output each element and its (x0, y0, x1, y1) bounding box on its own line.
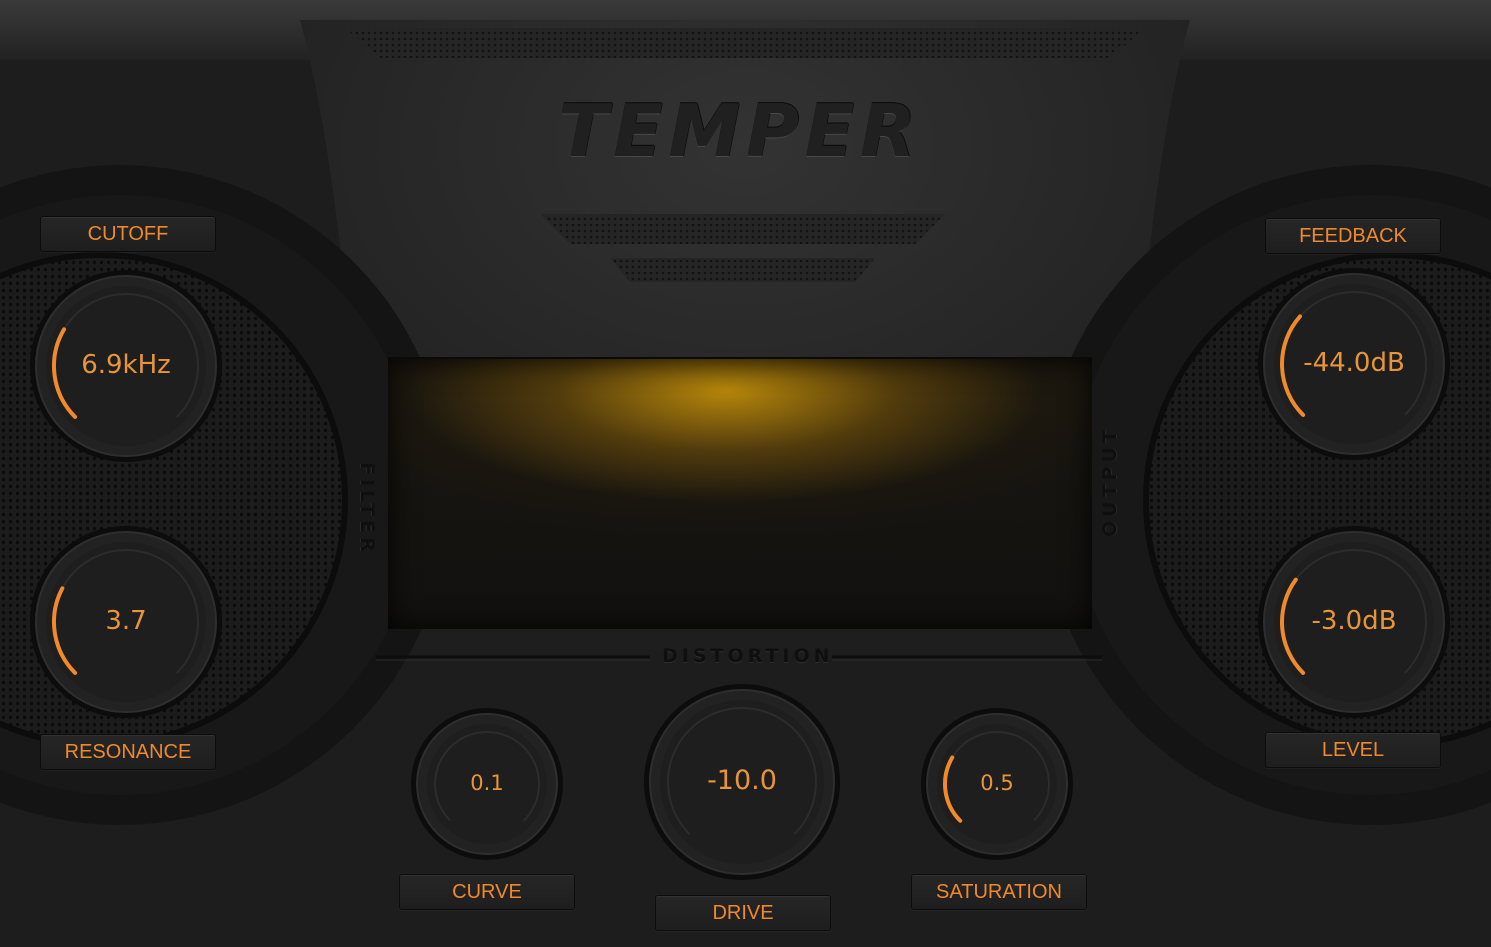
curve-label: CURVE (399, 874, 575, 910)
saturation-label: SATURATION (911, 874, 1087, 910)
level-label: LEVEL (1265, 732, 1441, 768)
output-section-label: OUTPUT (1099, 426, 1121, 537)
feedback-knob[interactable]: -44.0dB (1256, 266, 1452, 462)
resonance-knob[interactable]: 3.7 (28, 524, 224, 720)
cutoff-knob[interactable]: 6.9kHz (28, 268, 224, 464)
saturation-value: 0.5 (980, 770, 1014, 795)
level-knob[interactable]: -3.0dB (1256, 524, 1452, 720)
visualizer-display (388, 357, 1092, 629)
filter-section-label: FILTER (356, 462, 378, 556)
distortion-section-label: DISTORTION (662, 645, 834, 667)
drive-value: -10.0 (707, 765, 777, 797)
brand-logo: TEMPER (558, 89, 922, 173)
curve-value: 0.1 (470, 770, 504, 795)
saturation-knob[interactable]: 0.5 (919, 706, 1075, 862)
resonance-label: RESONANCE (40, 734, 216, 770)
level-value: -3.0dB (1311, 605, 1397, 636)
feedback-label: FEEDBACK (1265, 218, 1441, 254)
cutoff-label: CUTOFF (40, 216, 216, 252)
drive-knob[interactable]: -10.0 (642, 682, 842, 882)
resonance-value: 3.7 (105, 605, 147, 636)
curve-knob[interactable]: 0.1 (409, 706, 565, 862)
feedback-value: -44.0dB (1303, 347, 1405, 378)
drive-label: DRIVE (655, 895, 831, 931)
cutoff-value: 6.9kHz (81, 349, 171, 380)
